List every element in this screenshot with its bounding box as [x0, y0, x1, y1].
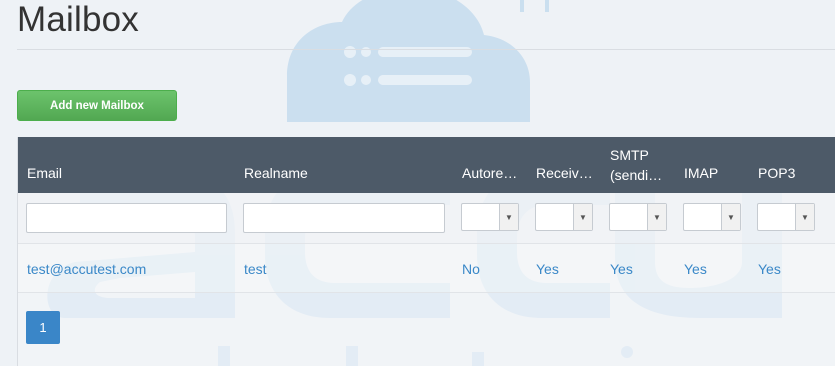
grid-header: Email Realname Autore… Receiv… SMTP (sen…: [18, 137, 835, 193]
add-new-mailbox-button[interactable]: Add new Mailbox: [17, 90, 177, 121]
title-divider: [17, 49, 835, 50]
cell-pop3[interactable]: Yes: [758, 261, 781, 277]
cell-realname[interactable]: test: [244, 261, 267, 277]
smtp-filter-select[interactable]: ▼: [609, 203, 667, 231]
receive-filter-select[interactable]: ▼: [535, 203, 593, 231]
column-header-smtp[interactable]: SMTP (sendi…: [610, 145, 672, 185]
chevron-down-icon: ▼: [573, 204, 592, 230]
cell-imap[interactable]: Yes: [684, 261, 707, 277]
table-row[interactable]: test@accutest.com test No Yes Yes Yes Ye…: [18, 244, 835, 293]
column-header-imap[interactable]: IMAP: [684, 163, 744, 183]
chevron-down-icon: ▼: [647, 204, 666, 230]
pagination: 1: [18, 293, 835, 366]
page-title: Mailbox: [17, 0, 140, 39]
column-header-pop3[interactable]: POP3: [758, 163, 818, 183]
imap-filter-select[interactable]: ▼: [683, 203, 741, 231]
column-header-receive[interactable]: Receiv…: [536, 163, 596, 183]
cell-receive[interactable]: Yes: [536, 261, 559, 277]
chevron-down-icon: ▼: [795, 204, 814, 230]
filter-row: ▼ ▼ ▼ ▼ ▼: [18, 193, 835, 244]
email-filter-input[interactable]: [26, 203, 227, 233]
autoresponder-filter-select[interactable]: ▼: [461, 203, 519, 231]
cell-smtp[interactable]: Yes: [610, 261, 633, 277]
page-button-1[interactable]: 1: [26, 311, 60, 344]
realname-filter-input[interactable]: [243, 203, 445, 233]
column-header-autoresponder[interactable]: Autore…: [462, 163, 522, 183]
mailbox-grid: Email Realname Autore… Receiv… SMTP (sen…: [17, 137, 835, 366]
chevron-down-icon: ▼: [721, 204, 740, 230]
column-header-realname[interactable]: Realname: [244, 163, 444, 183]
pop3-filter-select[interactable]: ▼: [757, 203, 815, 231]
column-header-email[interactable]: Email: [27, 163, 227, 183]
chevron-down-icon: ▼: [499, 204, 518, 230]
cell-autoresponder[interactable]: No: [462, 261, 480, 277]
cell-email[interactable]: test@accutest.com: [27, 261, 146, 277]
